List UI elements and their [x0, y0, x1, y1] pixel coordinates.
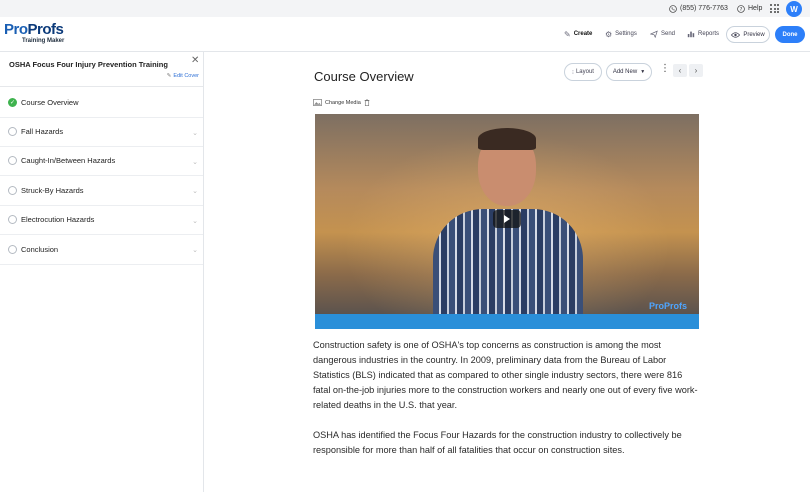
sidebar-item-label: Electrocution Hazards: [21, 215, 95, 225]
nav-create-label: Create: [573, 31, 593, 37]
caret-down-icon: ▼: [640, 69, 646, 75]
radio-circle-icon: [8, 244, 17, 254]
add-new-label: Add New: [612, 69, 638, 75]
phone-contact[interactable]: (855) 776-7763: [669, 2, 728, 15]
chevron-left-icon: ‹: [678, 66, 682, 75]
bar-chart-icon: [687, 31, 695, 38]
radio-circle-icon: [8, 127, 17, 137]
check-circle-icon: ✓: [8, 97, 17, 107]
help-label: Help: [748, 5, 763, 12]
avatar[interactable]: W: [786, 1, 802, 17]
nav-reports-label: Reports: [698, 31, 720, 37]
help-icon: ?: [737, 4, 745, 12]
edit-cover-link[interactable]: ✎ Edit Cover: [167, 73, 199, 79]
sidebar-item-conclusion[interactable]: Conclusion ⌄: [0, 235, 203, 265]
proprofs-logo[interactable]: ProProfs Training Maker: [4, 22, 64, 45]
more-options-icon[interactable]: ⋮: [660, 64, 670, 74]
apps-grid-icon[interactable]: [770, 4, 779, 13]
chevron-right-icon: ›: [694, 66, 698, 75]
logo-subtitle: Training Maker: [22, 38, 65, 44]
radio-circle-icon: [8, 185, 17, 195]
utility-bar: (855) 776-7763 ? Help W: [0, 0, 810, 17]
sidebar-item-course-overview[interactable]: ✓ Course Overview: [0, 87, 203, 117]
body-paragraph[interactable]: OSHA has identified the Focus Four Hazar…: [313, 428, 701, 458]
send-icon: [650, 30, 658, 38]
help-link[interactable]: ? Help: [737, 2, 762, 15]
video-watermark: ProProfs: [648, 301, 687, 311]
app-header: ProProfs Training Maker ✎ Create ⚙ Setti…: [0, 17, 810, 52]
phone-icon: [669, 4, 677, 13]
page-title[interactable]: Course Overview: [314, 69, 414, 84]
layout-button[interactable]: ⁝ Layout: [564, 63, 602, 81]
course-title: OSHA Focus Four Injury Prevention Traini…: [9, 60, 168, 69]
play-icon: [504, 215, 510, 223]
phone-number: (855) 776-7763: [680, 5, 728, 12]
add-new-button[interactable]: Add New ▼: [606, 63, 652, 81]
sidebar-item-caught-in-between-hazards[interactable]: Caught-In/Between Hazards ⌄: [0, 147, 203, 176]
svg-text:?: ?: [740, 6, 743, 12]
layout-label: Layout: [575, 69, 594, 75]
sidebar-item-fall-hazards[interactable]: Fall Hazards ⌄: [0, 117, 203, 147]
chevron-down-icon[interactable]: ⌄: [192, 246, 198, 254]
sidebar-item-label: Course Overview: [21, 97, 79, 107]
trash-icon[interactable]: [364, 99, 370, 106]
chevron-down-icon[interactable]: ⌄: [192, 187, 198, 195]
chevron-down-icon[interactable]: ⌄: [192, 217, 198, 225]
edit-cover-label: Edit Cover: [173, 73, 199, 79]
pencil-icon: ✎: [564, 29, 571, 39]
change-media-label: Change Media: [325, 99, 361, 106]
pencil-icon: ✎: [166, 73, 172, 79]
play-button[interactable]: [493, 210, 521, 228]
sidebar-item-label: Fall Hazards: [21, 127, 64, 137]
sidebar-item-label: Caught-In/Between Hazards: [21, 156, 116, 166]
preview-button[interactable]: Preview: [726, 26, 770, 43]
course-sidebar: OSHA Focus Four Injury Prevention Traini…: [0, 52, 204, 492]
logo-word-2: Profs: [27, 21, 64, 38]
nav-reports[interactable]: Reports: [687, 17, 719, 51]
next-page-button[interactable]: ›: [689, 64, 703, 77]
change-media-control[interactable]: Change Media: [313, 99, 370, 106]
nav-send-label: Send: [661, 31, 676, 37]
close-icon[interactable]: ✕: [191, 55, 199, 66]
image-icon: [313, 99, 322, 106]
done-button[interactable]: Done: [775, 26, 805, 43]
previous-page-button[interactable]: ‹: [673, 64, 687, 77]
sidebar-item-electrocution-hazards[interactable]: Electrocution Hazards ⌄: [0, 206, 203, 235]
lesson-list: ✓ Course Overview Fall Hazards ⌄ Caught-…: [0, 87, 203, 265]
body-paragraph[interactable]: Construction safety is one of OSHA's top…: [313, 338, 701, 413]
sidebar-item-struck-by-hazards[interactable]: Struck-By Hazards ⌄: [0, 176, 203, 206]
course-video[interactable]: ProProfs: [315, 114, 699, 329]
chevron-down-icon[interactable]: ⌄: [192, 129, 198, 137]
nav-send[interactable]: Send: [650, 17, 675, 51]
radio-circle-icon: [8, 215, 17, 225]
logo-word-1: Pro: [4, 21, 28, 38]
nav-settings-label: Settings: [615, 31, 637, 37]
preview-label: Preview: [743, 31, 765, 38]
sidebar-item-label: Struck-By Hazards: [21, 185, 84, 195]
video-presenter-hair: [478, 128, 536, 150]
nav-create[interactable]: ✎ Create: [564, 17, 592, 51]
layout-icon: ⁝: [572, 69, 574, 76]
gear-icon: ⚙: [605, 29, 613, 39]
sidebar-item-label: Conclusion: [21, 244, 59, 254]
nav-settings[interactable]: ⚙ Settings: [605, 17, 637, 51]
eye-icon: [731, 31, 741, 38]
video-lower-band: [315, 314, 699, 329]
radio-circle-icon: [8, 156, 17, 166]
chevron-down-icon[interactable]: ⌄: [192, 158, 198, 166]
